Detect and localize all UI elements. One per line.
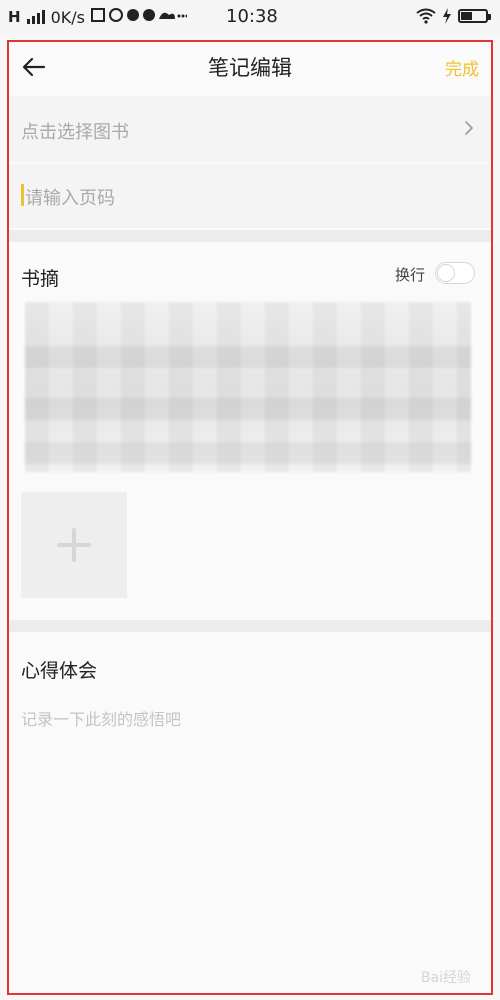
page-number-input[interactable]: 请输入页码 <box>9 164 491 228</box>
line-wrap-label: 换行 <box>394 266 425 284</box>
chevron-right-icon <box>465 121 473 135</box>
page-title: 笔记编辑 <box>208 56 292 80</box>
excerpt-section: 书摘 换行 <box>9 242 491 620</box>
status-bar: H 0K/s 10:38 <box>0 0 500 36</box>
network-speed: 0K/s <box>50 7 85 27</box>
add-image-button[interactable] <box>21 492 127 598</box>
wifi-icon <box>416 8 436 24</box>
signal-icon <box>26 10 45 24</box>
plus-icon <box>57 528 91 562</box>
nav-bar: 笔记编辑 完成 <box>9 42 491 94</box>
excerpt-text-area[interactable] <box>25 302 471 472</box>
status-right <box>416 8 491 24</box>
thoughts-title: 心得体会 <box>21 660 98 682</box>
charging-icon <box>443 8 451 24</box>
status-left: H 0K/s <box>8 7 189 27</box>
select-book-label: 点击选择图书 <box>21 122 129 143</box>
thoughts-input[interactable]: 记录一下此刻的感悟吧 <box>21 706 181 730</box>
network-type: H <box>8 8 21 26</box>
battery-icon <box>458 9 491 23</box>
status-clock: 10:38 <box>226 6 278 27</box>
watermark: Bai经验 <box>420 970 471 986</box>
excerpt-title: 书摘 <box>21 268 60 290</box>
page-number-placeholder: 请输入页码 <box>25 188 115 209</box>
toggle-knob <box>437 264 455 282</box>
thoughts-section: 心得体会 记录一下此刻的感悟吧 Bai经验 <box>9 632 491 993</box>
phone-screen: H 0K/s 10:38 笔记编辑 完成 点击选择图书 请输入页码 书摘 换行 … <box>0 0 500 1000</box>
text-cursor <box>21 184 24 206</box>
line-wrap-toggle[interactable] <box>435 262 475 284</box>
done-button[interactable]: 完成 <box>445 55 479 80</box>
app-frame: 笔记编辑 完成 点击选择图书 请输入页码 书摘 换行 心得体会 记录一下此刻的感… <box>7 40 493 995</box>
select-book-row[interactable]: 点击选择图书 <box>9 96 491 162</box>
notification-icons <box>90 7 189 27</box>
battery-level <box>461 12 472 20</box>
app-notification-icon <box>90 8 189 22</box>
section-divider-2 <box>9 620 491 632</box>
section-divider <box>9 230 491 242</box>
